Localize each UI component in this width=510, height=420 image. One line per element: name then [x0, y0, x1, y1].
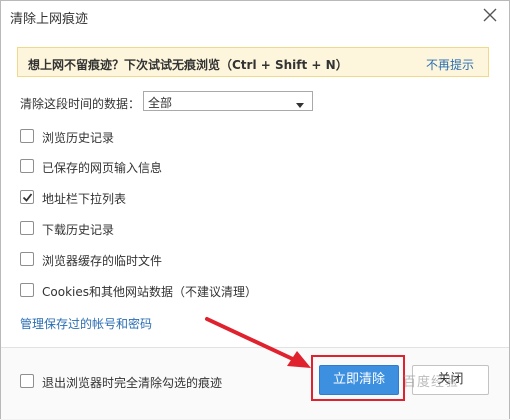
annotation-arrow-icon: [205, 317, 311, 368]
clear-traces-dialog: 清除上网痕迹 想上网不留痕迹？下次试试无痕浏览（Ctrl + Shift + N…: [0, 0, 510, 419]
